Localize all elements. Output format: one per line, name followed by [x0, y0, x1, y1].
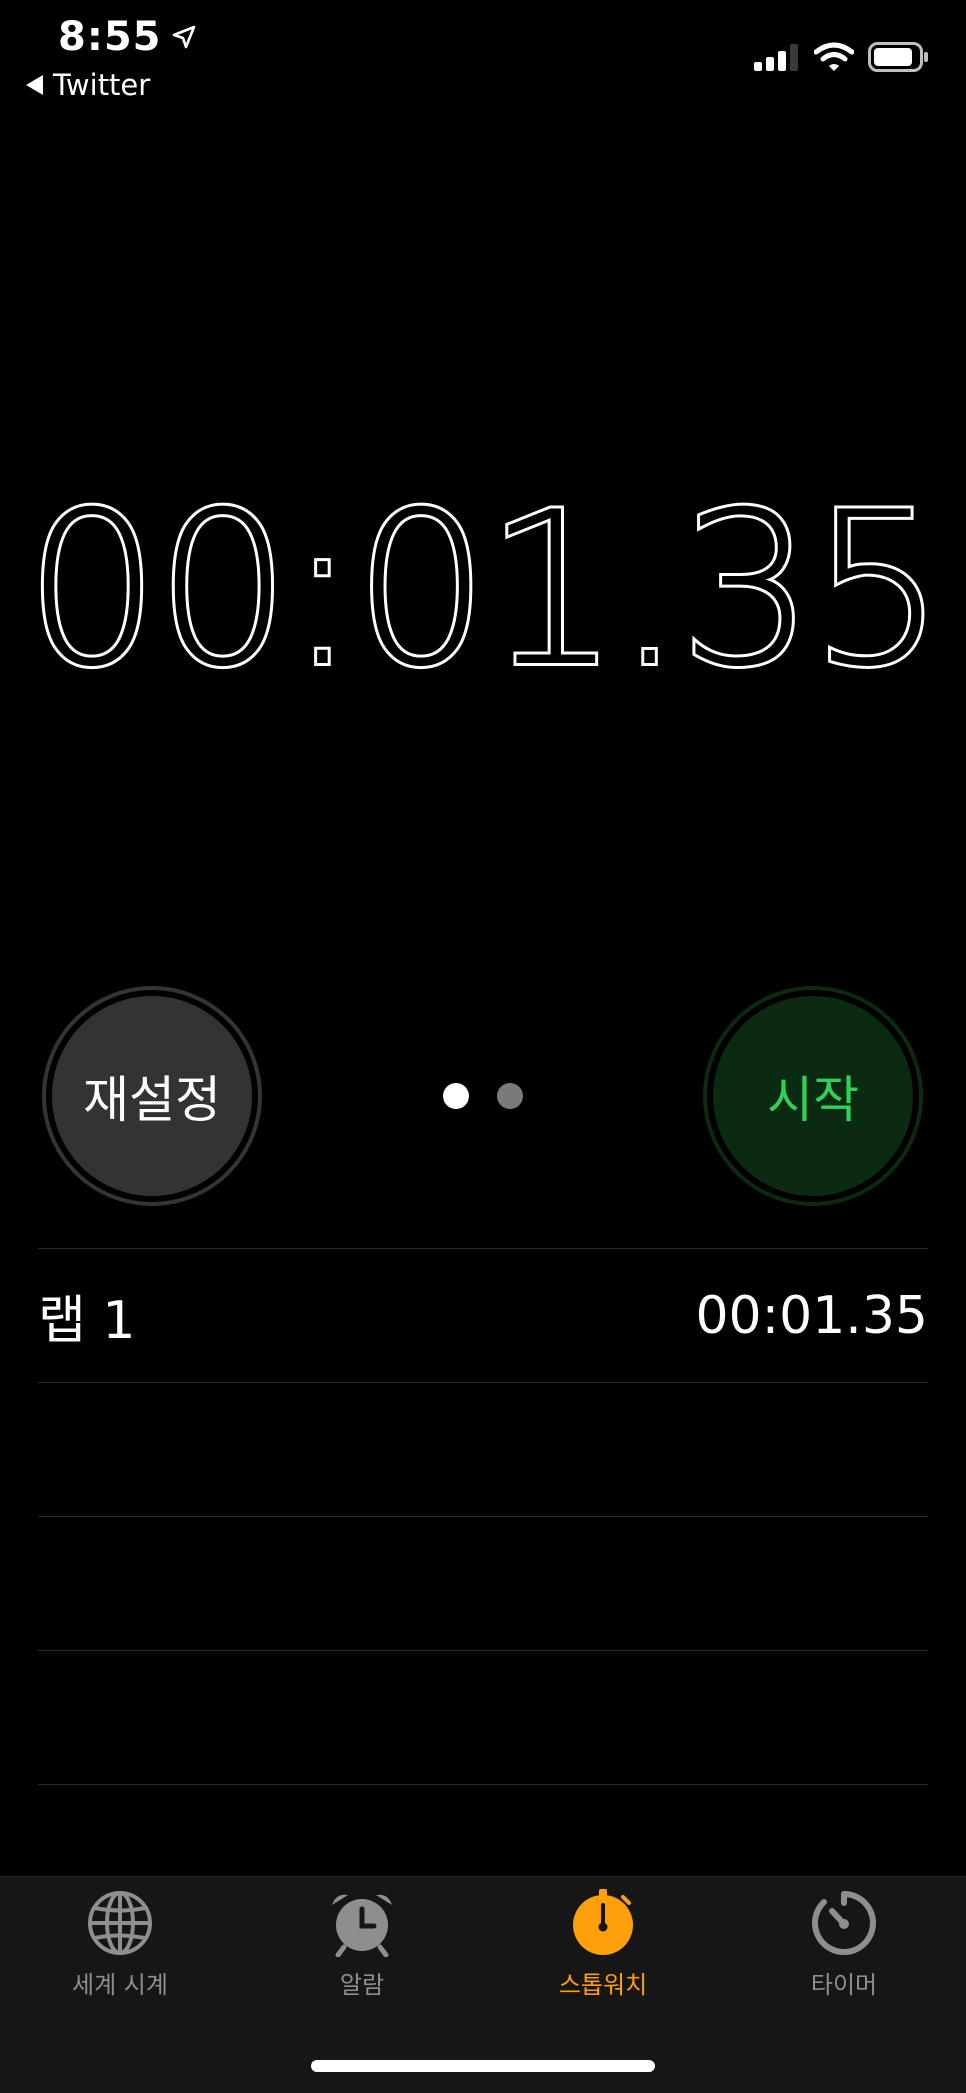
- tab-timer[interactable]: 타이머: [744, 1889, 944, 2000]
- tab-stopwatch[interactable]: 스톱워치: [503, 1889, 703, 2000]
- stopwatch-icon: [569, 1889, 637, 1961]
- wifi-icon: [813, 42, 855, 76]
- page-dot-2[interactable]: [497, 1083, 523, 1109]
- divider: [38, 1784, 928, 1785]
- timer-icon: [810, 1889, 878, 1961]
- empty-lap-row: [38, 1651, 928, 1784]
- tab-label: 타이머: [810, 1971, 878, 1999]
- globe-icon: [86, 1889, 154, 1961]
- tab-world-clock[interactable]: 세계 시계: [20, 1889, 220, 2000]
- lap-time: 00:01.35: [695, 1285, 928, 1346]
- page-dot-1[interactable]: [443, 1083, 469, 1109]
- cellular-signal-icon: [754, 43, 800, 75]
- stopwatch-display: 00:01.35: [0, 460, 966, 720]
- page-indicator[interactable]: [443, 1083, 523, 1109]
- status-bar-time: 8:55: [58, 14, 196, 60]
- lap-row: 랩 1 00:01.35: [38, 1249, 928, 1382]
- tab-label: 알람: [339, 1971, 385, 1999]
- back-triangle-icon: [26, 75, 43, 95]
- elapsed-time: 00:01.35: [22, 463, 948, 716]
- empty-lap-row: [38, 1383, 928, 1516]
- back-to-app-button[interactable]: Twitter: [26, 68, 150, 102]
- start-button[interactable]: 시작: [703, 986, 923, 1206]
- tab-label: 스톱워치: [558, 1971, 648, 1999]
- home-indicator[interactable]: [311, 2060, 655, 2072]
- battery-icon: [868, 42, 930, 76]
- reset-button-label: 재설정: [83, 1071, 221, 1129]
- reset-button[interactable]: 재설정: [42, 986, 262, 1206]
- start-button-label: 시작: [767, 1071, 859, 1129]
- location-arrow-icon: [172, 25, 196, 49]
- back-app-label: Twitter: [53, 68, 151, 102]
- alarm-clock-icon: [328, 1889, 396, 1961]
- clock-time: 8:55: [58, 14, 162, 60]
- lap-list[interactable]: 랩 1 00:01.35: [38, 1248, 928, 1785]
- tab-label: 세계 시계: [72, 1971, 168, 1999]
- tab-alarm[interactable]: 알람: [262, 1889, 462, 2000]
- status-icons: [754, 42, 930, 76]
- lap-label: 랩 1: [38, 1291, 136, 1351]
- empty-lap-row: [38, 1517, 928, 1650]
